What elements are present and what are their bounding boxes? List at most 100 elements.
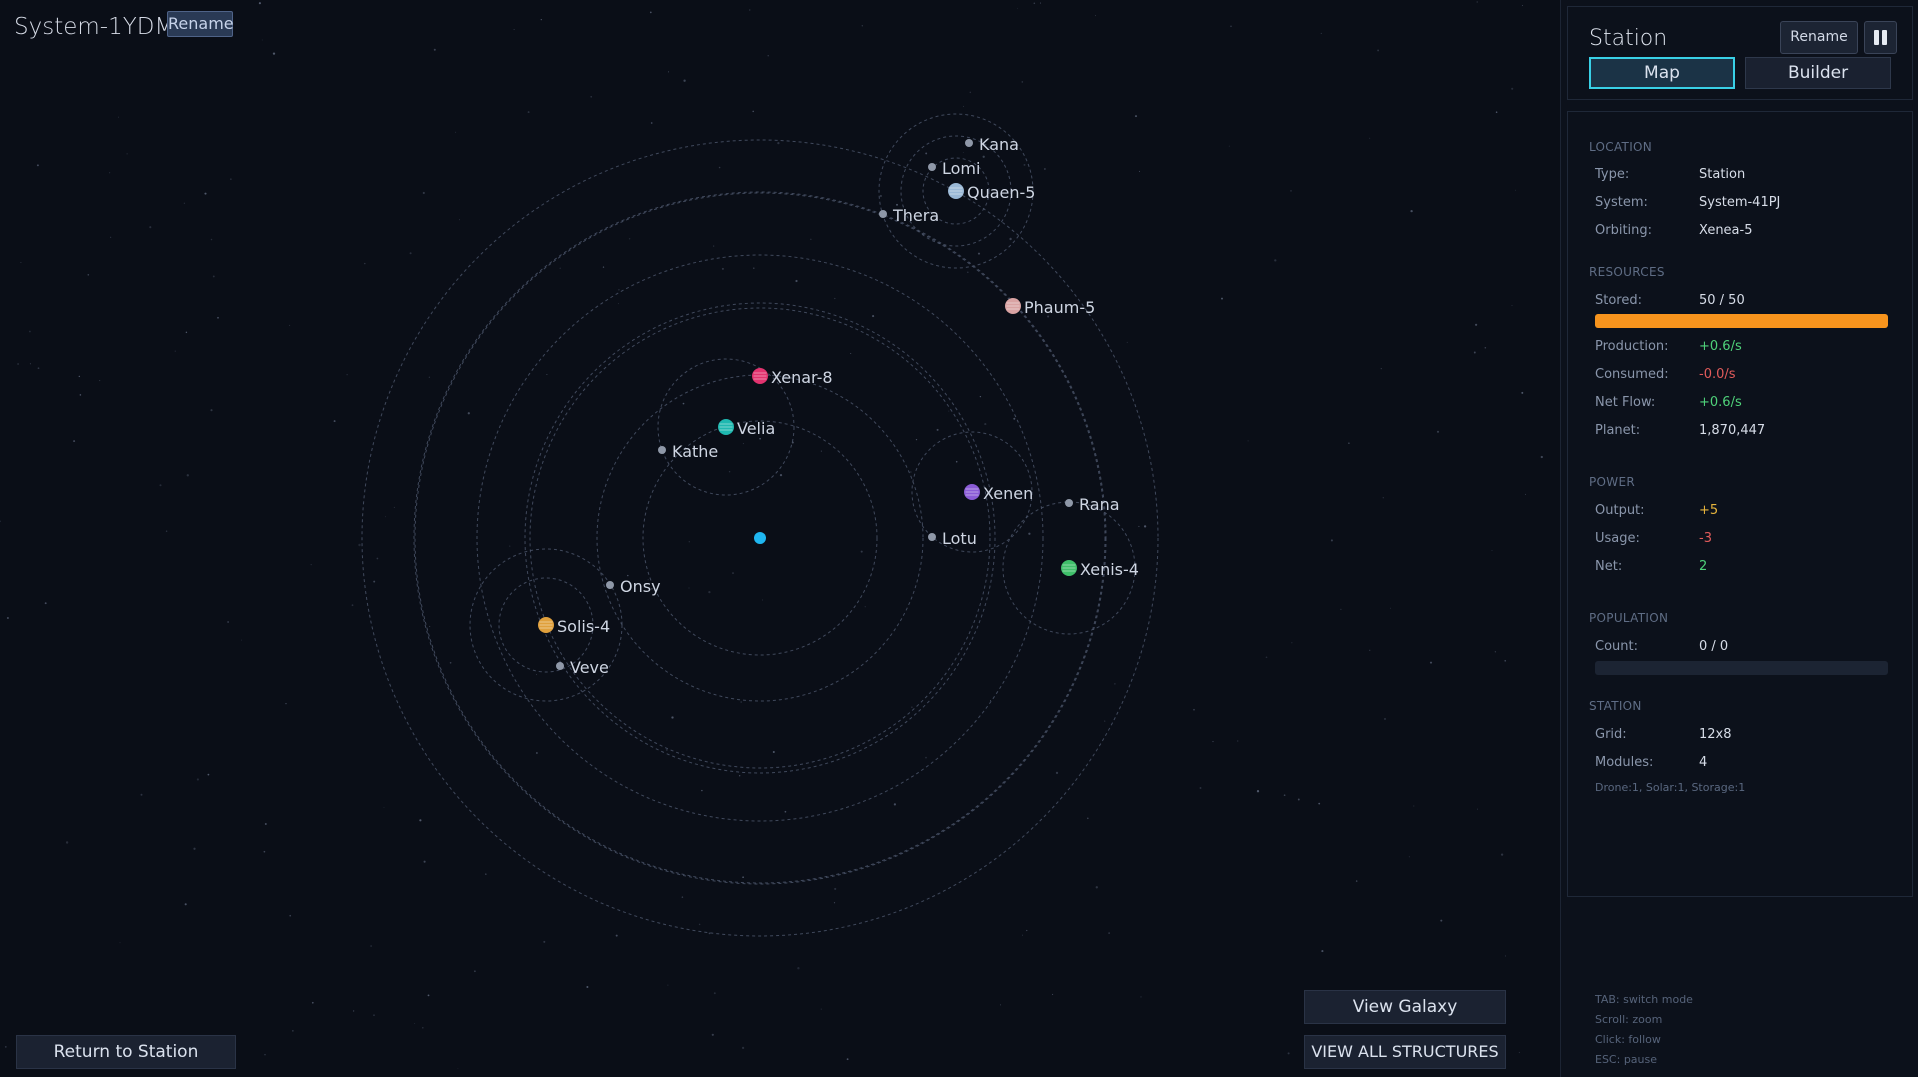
grid-label: Grid:	[1595, 727, 1627, 742]
background-star	[346, 374, 348, 376]
consumed-value: -0.0/s	[1699, 367, 1736, 382]
section-location: LOCATION	[1589, 140, 1653, 154]
rename-system-button[interactable]: Rename	[167, 11, 234, 37]
background-star	[1484, 346, 1487, 349]
planet-icon[interactable]	[752, 368, 768, 384]
moon-icon[interactable]	[928, 533, 936, 541]
background-star	[713, 245, 715, 247]
moon-icon[interactable]	[606, 581, 614, 589]
background-star	[1495, 111, 1498, 113]
stored-bar	[1595, 314, 1888, 328]
consumed-label: Consumed:	[1595, 367, 1669, 382]
background-star	[258, 2, 261, 5]
background-star	[1340, 608, 1342, 611]
planet-icon[interactable]	[964, 484, 980, 500]
view-galaxy-button[interactable]: View Galaxy	[1304, 990, 1506, 1024]
body-label: Xenar-8	[771, 368, 833, 387]
background-star	[261, 39, 263, 41]
moon-icon[interactable]	[556, 662, 564, 670]
background-star	[1283, 794, 1286, 797]
background-star	[241, 639, 243, 641]
moon-icon[interactable]	[879, 210, 887, 218]
background-star	[846, 1058, 849, 1061]
modules-label: Modules:	[1595, 755, 1654, 770]
background-star	[989, 700, 992, 702]
background-star	[457, 1068, 459, 1069]
moon-icon[interactable]	[658, 446, 666, 454]
background-star	[1023, 163, 1026, 166]
background-star	[860, 550, 863, 553]
background-star	[948, 410, 950, 412]
rename-station-button[interactable]: Rename	[1780, 21, 1858, 54]
background-star	[536, 674, 538, 676]
background-star	[820, 1008, 822, 1010]
background-star	[1440, 919, 1443, 922]
background-star	[1540, 455, 1543, 459]
moon-icon[interactable]	[1065, 499, 1073, 507]
background-star	[740, 701, 743, 703]
background-star	[1212, 741, 1214, 743]
return-to-station-button[interactable]: Return to Station	[16, 1035, 236, 1069]
pause-icon-bar	[1882, 30, 1887, 45]
system-map[interactable]: Kana Lomi Quaen-5 Thera Phaum-5 Xenar-8 Velia K…	[0, 0, 1560, 1077]
background-star	[183, 202, 186, 204]
planet-icon[interactable]	[538, 617, 554, 633]
background-star	[289, 324, 291, 326]
background-star	[513, 28, 515, 30]
background-star	[732, 572, 734, 575]
net-value: 2	[1699, 559, 1708, 574]
background-star	[140, 793, 143, 796]
system-title: System-1YDM	[14, 14, 175, 40]
background-star	[230, 178, 232, 180]
orbit-canvas[interactable]: Kana Lomi Quaen-5 Thera Phaum-5 Xenar-8 Velia K…	[0, 0, 1560, 1077]
tab-builder[interactable]: Builder	[1745, 57, 1891, 89]
background-star	[117, 116, 120, 118]
body-label: Lomi	[942, 159, 980, 178]
background-star	[1355, 880, 1358, 882]
background-star	[1274, 259, 1277, 262]
background-star	[893, 803, 897, 806]
background-star	[184, 903, 187, 906]
planet-icon[interactable]	[1005, 298, 1021, 314]
planet-icon[interactable]	[1061, 560, 1077, 576]
background-star	[753, 267, 755, 269]
background-star	[586, 986, 589, 988]
background-star	[1256, 790, 1260, 793]
planet-icon[interactable]	[718, 419, 734, 435]
background-star	[1382, 497, 1384, 499]
orbiting-value: Xenea-5	[1699, 223, 1753, 238]
background-star	[1474, 323, 1478, 326]
background-star	[618, 288, 620, 291]
pause-button[interactable]	[1864, 21, 1897, 54]
background-star	[850, 352, 852, 355]
background-star	[333, 420, 336, 423]
background-star	[1521, 391, 1524, 394]
background-star	[910, 471, 912, 473]
planet-value: 1,870,447	[1699, 423, 1766, 438]
planet-icon[interactable]	[948, 183, 964, 199]
star-icon	[754, 532, 766, 544]
background-star	[1134, 115, 1138, 118]
background-star	[79, 394, 82, 396]
background-star	[649, 11, 652, 14]
background-star	[422, 191, 425, 195]
background-star	[762, 599, 764, 601]
background-star	[615, 934, 618, 937]
background-star	[749, 9, 751, 11]
background-star	[210, 409, 213, 412]
background-star	[165, 530, 168, 532]
background-star	[833, 902, 836, 904]
moon-icon[interactable]	[965, 139, 973, 147]
background-star	[204, 192, 207, 195]
background-star	[429, 625, 431, 627]
tab-map[interactable]: Map	[1589, 57, 1735, 89]
section-power: POWER	[1589, 475, 1635, 489]
background-star	[383, 806, 385, 808]
background-star	[1491, 550, 1493, 551]
moon-icon[interactable]	[928, 163, 936, 171]
background-star	[820, 450, 822, 452]
background-star	[1013, 417, 1016, 420]
view-all-structures-button[interactable]: VIEW ALL STRUCTURES	[1304, 1035, 1506, 1069]
background-star	[423, 860, 426, 863]
background-star	[485, 873, 487, 875]
